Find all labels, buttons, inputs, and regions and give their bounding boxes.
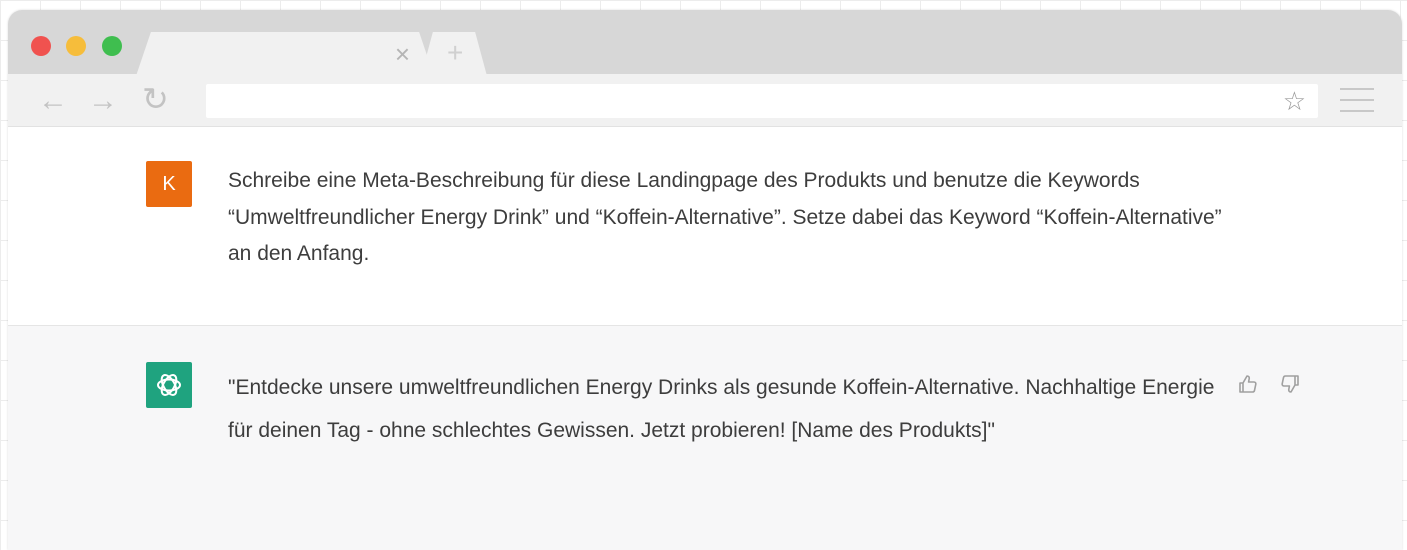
chat-content: K Schreibe eine Meta-Beschreibung für di… <box>8 127 1402 550</box>
assistant-message: "Entdecke unsere umweltfreundlichen Ener… <box>8 326 1402 550</box>
forward-arrow-icon[interactable]: → <box>88 86 118 116</box>
bookmark-star-icon[interactable]: ☆ <box>1283 86 1306 116</box>
user-message: K Schreibe eine Meta-Beschreibung für di… <box>8 127 1402 326</box>
user-message-text: Schreibe eine Meta-Beschreibung für dies… <box>228 169 1222 265</box>
thumbs-down-icon[interactable] <box>1278 372 1302 401</box>
address-bar[interactable]: ☆ <box>206 84 1318 118</box>
minimize-window-button[interactable] <box>66 36 86 56</box>
browser-toolbar: ← → ↻ ☆ <box>8 74 1402 127</box>
maximize-window-button[interactable] <box>102 36 122 56</box>
tab-close-icon[interactable]: × <box>395 40 410 68</box>
hamburger-menu-icon[interactable] <box>1340 88 1374 121</box>
back-arrow-icon[interactable]: ← <box>38 86 68 116</box>
thumbs-up-icon[interactable] <box>1236 372 1260 401</box>
title-bar: × + <box>8 10 1402 76</box>
plus-icon: + <box>447 37 464 68</box>
reload-icon[interactable]: ↻ <box>142 83 169 115</box>
browser-window: × + ← → ↻ ☆ K Schreibe eine Meta-Beschre… <box>8 10 1402 550</box>
assistant-message-text: "Entdecke unsere umweltfreundlichen Ener… <box>228 376 1215 442</box>
user-avatar: K <box>146 161 192 207</box>
new-tab-button[interactable]: + <box>421 32 487 76</box>
openai-logo-icon <box>146 362 192 408</box>
browser-tab[interactable]: × <box>136 32 434 76</box>
close-window-button[interactable] <box>31 36 51 56</box>
